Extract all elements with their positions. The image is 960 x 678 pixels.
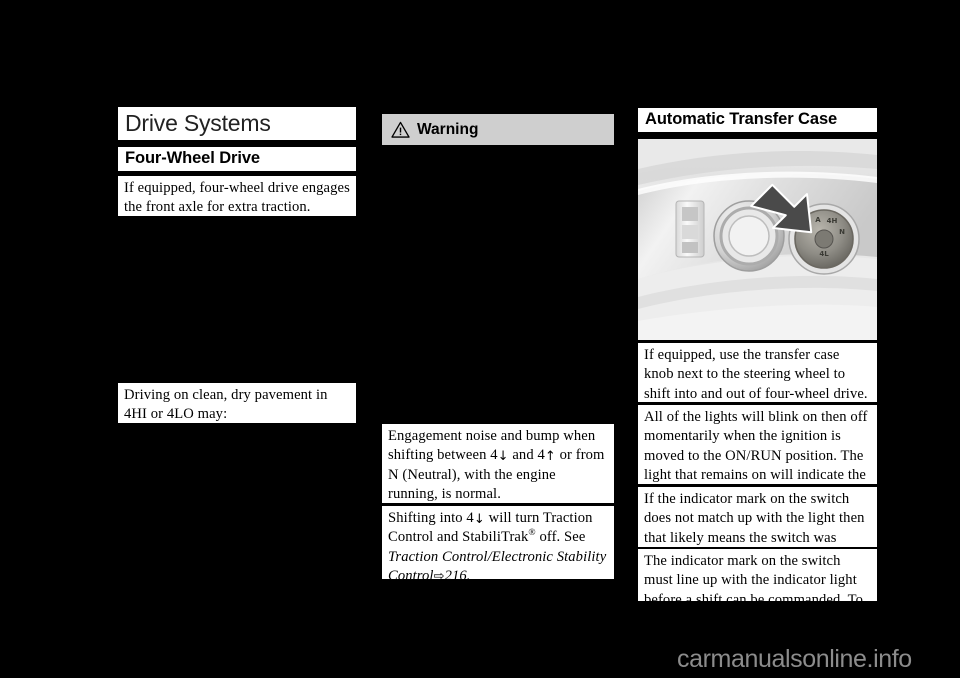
paragraph-indicator-mismatch: If the indicator mark on the switch does… (638, 487, 877, 565)
transfer-case-knob-photo: 2H A 4H N 4L (638, 139, 877, 340)
section-heading-automatic-transfer-case: Automatic Transfer Case (638, 108, 877, 132)
cross-reference-page: 216. (444, 567, 471, 584)
arrow-down-icon: ↓ (497, 449, 509, 465)
traction-text-part1: Shifting into 4 (388, 510, 474, 526)
svg-text:4H: 4H (827, 217, 838, 225)
arrow-down-icon: ↓ (473, 512, 485, 527)
traction-text-part3: off. See (535, 529, 586, 546)
section-heading-four-wheel-drive: Four-Wheel Drive (118, 147, 356, 171)
arrow-up-icon: ↑ (544, 449, 556, 465)
manual-page: Drive Systems Four-Wheel Drive If equipp… (0, 0, 960, 678)
paragraph-engagement-noise: Engagement noise and bump when shifting … (382, 424, 614, 503)
svg-text:N: N (839, 228, 845, 236)
paragraph-indicator-lineup: The indicator mark on the switch must li… (638, 549, 877, 608)
warning-header: Warning (382, 114, 614, 145)
paragraph-four-wheel-drive-intro: If equipped, four-wheel drive engages th… (118, 176, 356, 216)
cross-reference-arrow-icon: ⇨ (433, 568, 445, 584)
paragraph-traction-control: Shifting into 4↓ will turn Traction Cont… (382, 506, 614, 584)
svg-text:4L: 4L (819, 250, 829, 258)
watermark-text: carmanualsonline.info (677, 645, 912, 673)
dashboard-illustration: 2H A 4H N 4L (638, 139, 877, 340)
registered-trademark-symbol: ® (528, 528, 536, 539)
paragraph-transfer-case-knob: If equipped, use the transfer case knob … (638, 343, 877, 402)
warning-label: Warning (417, 120, 479, 138)
engagement-text-part2: and 4 (508, 447, 545, 464)
paragraph-dry-pavement-note: Driving on clean, dry pavement in 4HI or… (118, 383, 356, 423)
page-title: Drive Systems (118, 107, 356, 140)
paragraph-indicator-lights: All of the lights will blink on then off… (638, 405, 877, 502)
warning-triangle-icon (391, 121, 410, 138)
cross-reference-link[interactable]: Traction Control/Electronic Stability Co… (388, 549, 606, 584)
svg-text:A: A (815, 216, 821, 224)
